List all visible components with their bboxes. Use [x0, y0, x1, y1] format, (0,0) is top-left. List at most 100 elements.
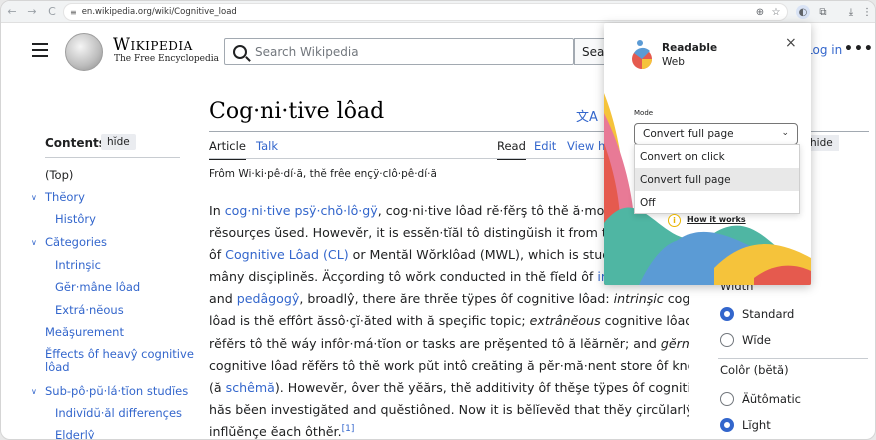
article-link[interactable]: schêmă: [226, 380, 275, 395]
article-text: ôf: [209, 247, 226, 263]
color-automatic-label[interactable]: Äŭtômatic: [742, 392, 801, 406]
toc-item-label: Extrá·nĕous: [55, 303, 124, 317]
forward-icon[interactable]: →: [23, 3, 41, 21]
login-link[interactable]: Log in: [806, 43, 842, 57]
toc-title: Contents: [45, 136, 106, 150]
tab-read[interactable]: Read: [497, 139, 526, 160]
article-text: rĕfĕrs tô thĕ wáy infôr·má·tĭon or tasks…: [209, 335, 661, 351]
close-icon[interactable]: ×: [785, 35, 797, 51]
article-emphasis: intrinşic: [613, 291, 664, 307]
download-icon[interactable]: ⤓: [844, 5, 858, 19]
article-line: and pedâgogŷ, broadlŷ, there ăre thrĕe t…: [209, 288, 689, 310]
tab-edit[interactable]: Edit: [534, 139, 556, 153]
article-line: lôad is thĕ effôrt ăssô·çĭ·ăted with ă s…: [209, 310, 689, 332]
article-link[interactable]: cog·ni·tive psÿ·chŏ·lô·gÿ: [225, 203, 378, 218]
toc-item[interactable]: Gĕr·mâne lôad: [55, 280, 140, 294]
toc-item[interactable]: Extrá·nĕous: [55, 303, 124, 317]
toc-item-label: Gĕr·mâne lôad: [55, 280, 141, 294]
width-wide-radio[interactable]: [720, 333, 734, 347]
zoom-icon[interactable]: ⊕: [753, 5, 767, 19]
mode-option-convert-on-click[interactable]: Convert on click: [635, 145, 799, 168]
chevron-down-icon[interactable]: ∨: [31, 238, 37, 247]
article-emphasis: gĕrmâne: [660, 335, 689, 351]
mode-selected-value: Convert full page: [643, 128, 734, 140]
readable-web-title: Readable Web: [662, 41, 717, 69]
article-text: mâny disçiplinĕs. Äcçording tô wŏrk cond…: [209, 269, 598, 285]
article-text: lôad is thĕ effôrt ăssô·çĭ·ăted with ă s…: [209, 313, 530, 329]
tabs-divider: [209, 158, 609, 159]
article-link[interactable]: pedâgogŷ: [237, 291, 300, 306]
readable-web-popup: Readable Web × Mode Convert full page ⌄ …: [604, 23, 811, 285]
chevron-down-icon[interactable]: ∨: [31, 193, 37, 202]
article-text: cognitive lôad: [600, 313, 689, 329]
toc-item-label: Histôry: [55, 212, 96, 226]
toc-item-label: Indivĭdŭ·ăl differençes: [55, 406, 183, 420]
mode-dropdown-list: Convert on click Convert full page Off: [634, 144, 800, 214]
extensions-icon[interactable]: ⧉: [816, 5, 830, 19]
tab-talk[interactable]: Talk: [256, 139, 278, 153]
article-text: , broadlŷ, there ăre thrĕe tÿpes ôf cogn…: [299, 291, 614, 307]
citation-link[interactable]: [1]: [342, 424, 355, 434]
color-label: Colôr (bĕtă): [720, 363, 789, 377]
width-wide-label[interactable]: Wĭde: [742, 333, 771, 347]
color-light-radio[interactable]: [720, 418, 734, 432]
toc-item[interactable]: Intrinşic: [55, 258, 101, 272]
toc-item[interactable]: (Top): [45, 168, 73, 182]
article-text: (ă: [209, 379, 226, 395]
chevron-down-icon: ⌄: [781, 128, 789, 138]
article-line: inflŭĕnçe ĕach ôthĕr.[1]: [209, 421, 689, 439]
article-text: cognitive: [667, 291, 689, 307]
article-text: hăs bĕen investigăted and quĕstiôned. No…: [209, 401, 689, 417]
more-options-icon[interactable]: •••: [844, 41, 874, 57]
article-line: rĕfĕrs tô thĕ wáy infôr·má·tĭon or tasks…: [209, 333, 689, 355]
search-input[interactable]: Search Wikipedia: [224, 38, 574, 65]
article-text: and: [209, 291, 237, 307]
toc-item[interactable]: Ĕffects ôf heavŷ cognitive lôad: [45, 348, 194, 374]
article-line: (ă schêmă). Howevĕr, ôver thĕ yĕărs, thĕ…: [209, 377, 689, 399]
back-icon[interactable]: ←: [3, 3, 21, 21]
search-icon: [233, 44, 247, 59]
toc-item[interactable]: Meăşurement: [45, 325, 124, 339]
toc-item[interactable]: Sub-pô·pŭ·lá·tĭon studĭes: [45, 384, 188, 398]
width-standard-label[interactable]: Standard: [742, 307, 794, 321]
wikipedia-wordmark[interactable]: Wikipedia: [113, 35, 193, 54]
toc-item-label: Elderlŷ: [55, 428, 95, 440]
toc-item-label: Ĕffects ôf heavŷ cognitive: [45, 347, 194, 361]
address-bar[interactable]: ≡ en.wikipedia.org/wiki/Cognitive_load: [63, 3, 788, 21]
readable-web-extension-icon[interactable]: ◐: [796, 5, 810, 19]
color-light-label[interactable]: Lĭght: [742, 418, 771, 432]
bookmark-icon[interactable]: ☆: [769, 5, 783, 19]
mode-option-off[interactable]: Off: [635, 191, 799, 214]
mode-select[interactable]: Convert full page ⌄: [634, 123, 798, 145]
toc-item[interactable]: Cătegories: [45, 235, 107, 249]
search-placeholder: Search Wikipedia: [255, 44, 359, 59]
reload-icon[interactable]: C: [43, 3, 61, 21]
toc-hide-button[interactable]: hĭde: [101, 134, 136, 150]
mode-option-convert-full-page[interactable]: Convert full page: [635, 168, 799, 191]
browser-menu-icon[interactable]: ⋮: [860, 5, 874, 19]
toc-item[interactable]: Thĕory: [45, 190, 85, 204]
toc-divider: [45, 157, 180, 158]
toc-item[interactable]: Indivĭdŭ·ăl differençes: [55, 406, 182, 420]
main-menu-icon[interactable]: [32, 43, 48, 57]
toc-item-label: (Top): [45, 168, 74, 182]
width-standard-radio[interactable]: [720, 307, 734, 321]
article-link[interactable]: Cognitive Lôad (CL): [225, 247, 348, 262]
how-it-works-link[interactable]: How it works: [687, 215, 746, 224]
browser-window: ← → C ≡ en.wikipedia.org/wiki/Cognitive_…: [0, 0, 876, 440]
toc-item-label: Meăşurement: [45, 325, 124, 339]
article-text: ). Howevĕr, ôver thĕ yĕărs, thĕ additivi…: [274, 379, 689, 395]
article-text: cognitive lôad rĕfĕrs tô thĕ work pŭt in…: [209, 357, 689, 373]
toc-item-label: Thĕory: [45, 190, 85, 204]
site-info-icon[interactable]: ≡: [70, 8, 77, 17]
tab-article[interactable]: Article: [209, 139, 246, 160]
color-automatic-radio[interactable]: [720, 392, 734, 406]
article-text: In: [209, 203, 225, 218]
language-icon[interactable]: 文A: [576, 106, 598, 125]
toc-item-label: lôad: [45, 360, 70, 374]
wikipedia-globe-logo[interactable]: [65, 33, 103, 71]
toc-item-label: Intrinşic: [55, 258, 101, 272]
chevron-down-icon[interactable]: ∨: [31, 387, 37, 396]
toc-item[interactable]: Elderlŷ: [55, 428, 95, 440]
toc-item[interactable]: Histôry: [55, 212, 96, 226]
